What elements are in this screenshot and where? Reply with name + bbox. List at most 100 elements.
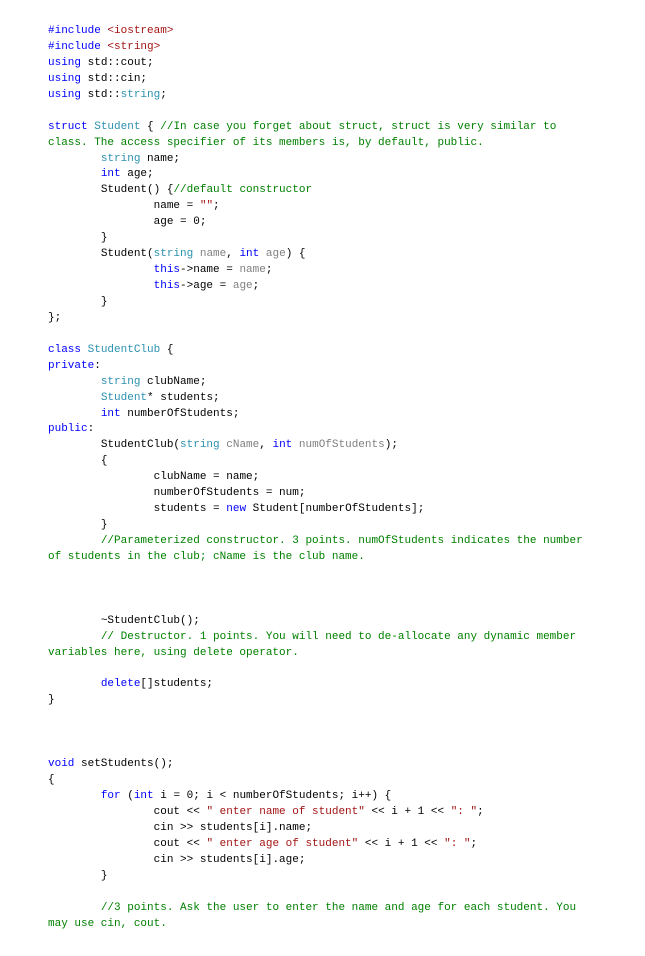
text: * students; [147, 392, 220, 404]
code-line: int age; [48, 168, 154, 180]
keyword: public [48, 423, 88, 435]
text: , [259, 439, 272, 451]
text [48, 408, 101, 420]
text: Student( [48, 248, 154, 260]
text: std:: [81, 89, 121, 101]
keyword: struct [48, 121, 88, 133]
text [292, 439, 299, 451]
code-line: using std::cout; [48, 57, 154, 69]
text [48, 678, 101, 690]
text: << i + 1 << [365, 806, 451, 818]
keyword: int [272, 439, 292, 451]
code-line: void setStudents(); [48, 758, 173, 770]
code-line: } [48, 694, 55, 706]
string: ": " [451, 806, 477, 818]
code-line: public: [48, 423, 94, 435]
param: age [233, 280, 253, 292]
string: " enter age of student" [206, 838, 358, 850]
type: Student [101, 392, 147, 404]
param: name [200, 248, 226, 260]
param: age [266, 248, 286, 260]
code-line: using std::cin; [48, 73, 147, 85]
code-line: int numberOfStudents; [48, 408, 239, 420]
code-line: #include <iostream> [48, 25, 173, 37]
type: Student [94, 121, 140, 133]
keyword: using [48, 57, 81, 69]
type: StudentClub [88, 344, 161, 356]
keyword: private [48, 360, 94, 372]
code-line: Student() {//default constructor [48, 184, 312, 196]
code-line: ~StudentClub(); [48, 615, 200, 627]
code-line: StudentClub(string cName, int numOfStude… [48, 439, 398, 451]
param: numOfStudents [299, 439, 385, 451]
text: age; [121, 168, 154, 180]
text [81, 344, 88, 356]
code-line: cout << " enter age of student" << i + 1… [48, 838, 477, 850]
keyword: int [134, 790, 154, 802]
keyword: this [154, 280, 180, 292]
text: ); [385, 439, 398, 451]
text: ->age = [180, 280, 233, 292]
text: cout << [48, 806, 206, 818]
string: " enter name of student" [206, 806, 364, 818]
keyword: int [101, 408, 121, 420]
text: : [94, 360, 101, 372]
keyword: delete [101, 678, 141, 690]
type: string [101, 153, 141, 165]
text: i = 0; i < numberOfStudents; i++) { [154, 790, 392, 802]
code-line: age = 0; [48, 216, 206, 228]
code-line: Student(string name, int age) { [48, 248, 306, 260]
text: numberOfStudents; [121, 408, 240, 420]
text: cout << [48, 838, 206, 850]
keyword: int [239, 248, 259, 260]
text: name = [48, 200, 200, 212]
text: ; [253, 280, 260, 292]
text: StudentClub( [48, 439, 180, 451]
text: setStudents(); [74, 758, 173, 770]
code-line: numberOfStudents = num; [48, 487, 305, 499]
code-line: class StudentClub { [48, 344, 173, 356]
text [48, 153, 101, 165]
code-line: delete[]students; [48, 678, 213, 690]
code-line: cin >> students[i].age; [48, 854, 305, 866]
code-line: } [48, 519, 107, 531]
text: clubName; [140, 376, 206, 388]
text: : [88, 423, 95, 435]
code-block: #include <iostream> #include <string> us… [48, 24, 597, 932]
code-line: string name; [48, 153, 180, 165]
text: ; [477, 806, 484, 818]
text [48, 376, 101, 388]
code-line: string clubName; [48, 376, 206, 388]
keyword: void [48, 758, 74, 770]
code-line: cin >> students[i].name; [48, 822, 312, 834]
text [48, 280, 154, 292]
type: string [121, 89, 161, 101]
keyword: class [48, 344, 81, 356]
text: ; [266, 264, 273, 276]
code-line: }; [48, 312, 61, 324]
text: ) { [286, 248, 306, 260]
keyword: this [154, 264, 180, 276]
comment: //Parameterized constructor. 3 points. n… [48, 535, 589, 563]
header: <string> [107, 41, 160, 53]
text: std::cout; [81, 57, 154, 69]
type: string [180, 439, 220, 451]
code-line: using std::string; [48, 89, 167, 101]
code-line: cout << " enter name of student" << i + … [48, 806, 484, 818]
text: name; [140, 153, 180, 165]
type: string [154, 248, 194, 260]
code-line: { [48, 774, 55, 786]
code-line: students = new Student[numberOfStudents]… [48, 503, 424, 515]
keyword: for [101, 790, 121, 802]
code-line: { [48, 455, 107, 467]
string: "" [200, 200, 213, 212]
text: ; [213, 200, 220, 212]
code-line: this->name = name; [48, 264, 272, 276]
code-line: clubName = name; [48, 471, 259, 483]
keyword: using [48, 73, 81, 85]
param: cName [226, 439, 259, 451]
keyword: #include [48, 41, 101, 53]
text: ->name = [180, 264, 239, 276]
type: string [101, 376, 141, 388]
text: students = [48, 503, 226, 515]
